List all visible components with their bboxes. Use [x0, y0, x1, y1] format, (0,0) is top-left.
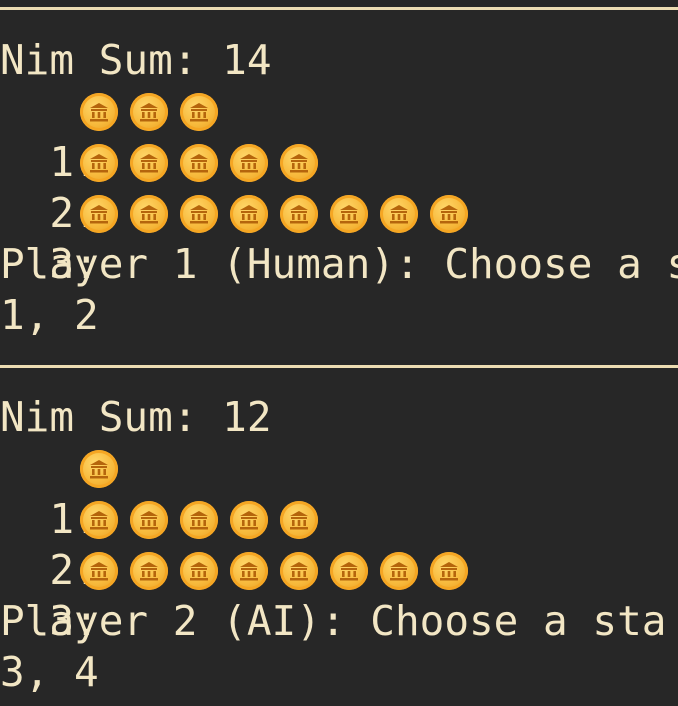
separator-rule — [0, 365, 678, 368]
coin-icon — [130, 501, 168, 539]
coin-icon — [230, 501, 268, 539]
pile-row-1: 1: — [0, 443, 678, 543]
player-prompt: Player 2 (AI): Choose a sta — [0, 597, 667, 645]
pile-row-2: 2: — [0, 137, 678, 237]
coin-icon — [180, 144, 218, 182]
coin-icon — [430, 195, 468, 233]
coin-icon — [380, 195, 418, 233]
pile-coins — [80, 195, 480, 233]
coin-icon — [80, 93, 118, 131]
pile-row-2: 2: — [0, 494, 678, 594]
separator-rule — [0, 7, 678, 10]
coin-icon — [380, 552, 418, 590]
coin-icon — [130, 552, 168, 590]
coin-icon — [180, 501, 218, 539]
player-input: 3, 4 — [0, 648, 99, 696]
coin-icon — [80, 552, 118, 590]
coin-icon — [280, 195, 318, 233]
coin-icon — [230, 144, 268, 182]
nim-sum-line: Nim Sum: 12 — [0, 393, 272, 441]
coin-icon — [180, 195, 218, 233]
pile-row-3: 3: — [0, 188, 678, 288]
coin-icon — [80, 144, 118, 182]
player-input: 1, 2 — [0, 291, 99, 339]
coin-icon — [280, 144, 318, 182]
pile-row-1: 1: — [0, 86, 678, 186]
coin-icon — [80, 195, 118, 233]
pile-coins — [80, 501, 330, 539]
coin-icon — [80, 501, 118, 539]
coin-icon — [130, 195, 168, 233]
coin-icon — [230, 195, 268, 233]
coin-icon — [180, 93, 218, 131]
coin-icon — [430, 552, 468, 590]
pile-coins — [80, 144, 330, 182]
pile-coins — [80, 93, 230, 131]
nim-sum-line: Nim Sum: 14 — [0, 36, 272, 84]
coin-icon — [280, 552, 318, 590]
pile-coins — [80, 450, 130, 488]
coin-icon — [180, 552, 218, 590]
coin-icon — [330, 195, 368, 233]
pile-coins — [80, 552, 480, 590]
coin-icon — [80, 450, 118, 488]
coin-icon — [130, 93, 168, 131]
player-prompt: Player 1 (Human): Choose a s — [0, 240, 678, 288]
pile-row-3: 3: — [0, 545, 678, 645]
coin-icon — [230, 552, 268, 590]
coin-icon — [330, 552, 368, 590]
coin-icon — [130, 144, 168, 182]
coin-icon — [280, 501, 318, 539]
